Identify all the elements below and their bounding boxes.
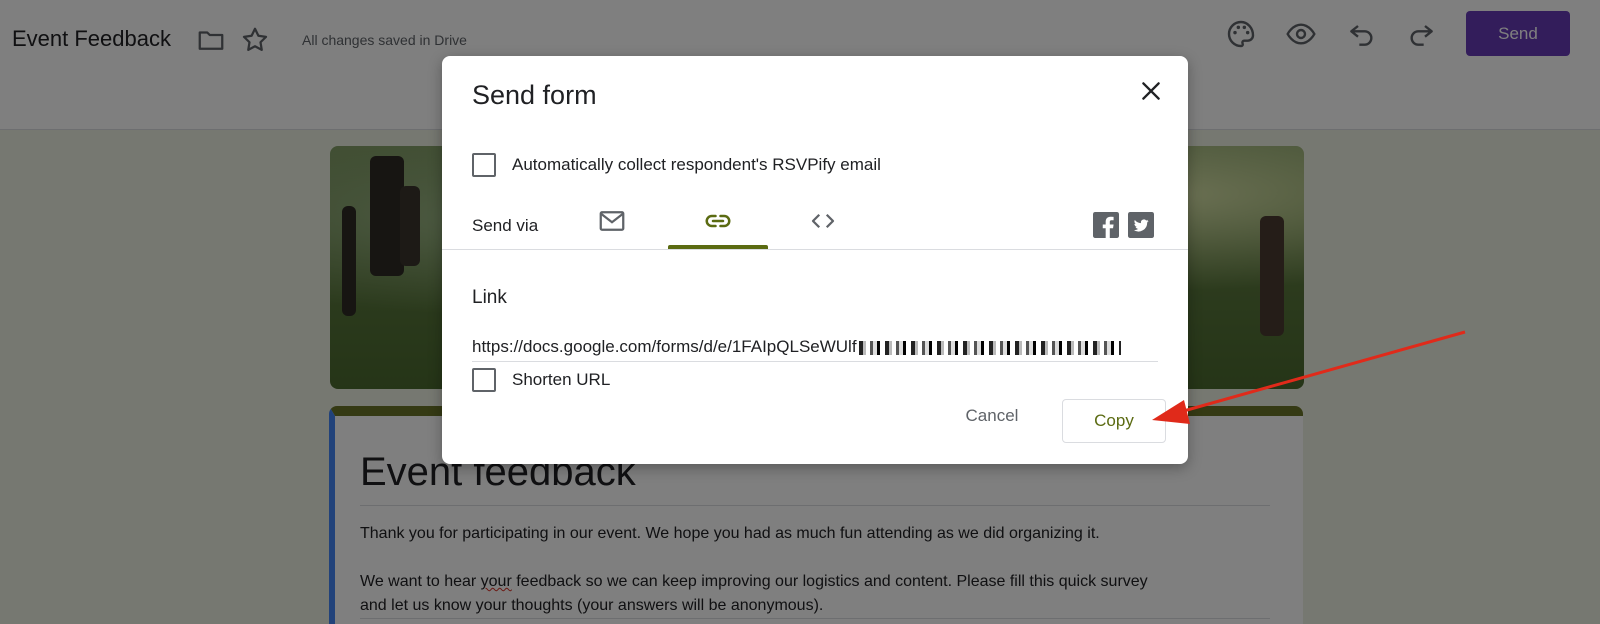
link-heading: Link	[472, 287, 507, 308]
dialog-title: Send form	[472, 80, 597, 110]
collect-email-checkbox[interactable]	[472, 153, 496, 177]
embed-code-icon[interactable]	[808, 206, 838, 236]
twitter-icon[interactable]	[1128, 212, 1154, 238]
link-field-underline	[472, 361, 1158, 362]
close-icon[interactable]	[1138, 78, 1164, 104]
form-link-text: https://docs.google.com/forms/d/e/1FAIpQ…	[472, 337, 857, 356]
cancel-button[interactable]: Cancel	[954, 400, 1030, 432]
shorten-url-checkbox[interactable]	[472, 368, 496, 392]
copy-button[interactable]: Copy	[1062, 399, 1166, 443]
collect-email-label[interactable]: Automatically collect respondent's RSVPi…	[512, 155, 881, 175]
send-form-dialog: Send form Automatically collect responde…	[442, 56, 1188, 464]
form-link-field[interactable]: https://docs.google.com/forms/d/e/1FAIpQ…	[472, 337, 1158, 357]
redacted-link-segment	[858, 340, 1121, 355]
send-via-label: Send via	[472, 216, 539, 235]
facebook-icon[interactable]	[1093, 212, 1119, 238]
divider	[442, 249, 1188, 250]
email-icon[interactable]	[597, 206, 627, 236]
shorten-url-label[interactable]: Shorten URL	[512, 370, 610, 390]
link-icon[interactable]	[703, 206, 733, 236]
